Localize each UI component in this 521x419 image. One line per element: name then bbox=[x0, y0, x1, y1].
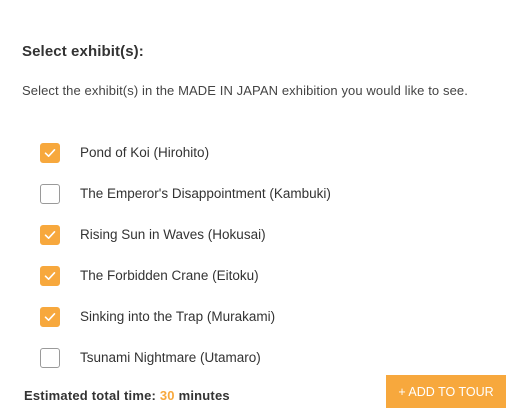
exhibit-option[interactable]: Pond of Koi (Hirohito) bbox=[40, 132, 331, 173]
exhibit-label: Rising Sun in Waves (Hokusai) bbox=[80, 227, 266, 242]
estimated-time-unit: minutes bbox=[178, 388, 230, 403]
exhibit-checkbox[interactable] bbox=[40, 224, 60, 245]
checkmark-icon bbox=[44, 312, 56, 321]
exhibit-label: The Forbidden Crane (Eitoku) bbox=[80, 268, 259, 283]
estimated-time-label: Estimated total time: bbox=[24, 388, 157, 403]
exhibit-label: Sinking into the Trap (Murakami) bbox=[80, 309, 276, 324]
exhibit-label: The Emperor's Disappointment (Kambuki) bbox=[80, 186, 331, 201]
checkmark-icon bbox=[44, 271, 56, 280]
exhibit-checkbox[interactable] bbox=[40, 306, 60, 327]
add-to-tour-button[interactable]: + ADD TO TOUR bbox=[386, 375, 506, 408]
exhibit-checkbox[interactable] bbox=[40, 183, 60, 204]
exhibit-list: Pond of Koi (Hirohito) The Emperor's Dis… bbox=[40, 132, 331, 378]
checkmark-icon bbox=[44, 230, 56, 239]
exhibit-option[interactable]: Tsunami Nightmare (Utamaro) bbox=[40, 337, 331, 378]
estimated-time: Estimated total time: 30 minutes bbox=[24, 388, 230, 403]
estimated-time-value: 30 bbox=[159, 388, 175, 403]
instructions-text: Select the exhibit(s) in the MADE IN JAP… bbox=[22, 83, 468, 98]
page-title: Select exhibit(s): bbox=[22, 43, 144, 60]
exhibit-option[interactable]: The Forbidden Crane (Eitoku) bbox=[40, 255, 331, 296]
exhibit-option[interactable]: Rising Sun in Waves (Hokusai) bbox=[40, 214, 331, 255]
exhibit-option[interactable]: Sinking into the Trap (Murakami) bbox=[40, 296, 331, 337]
exhibit-label: Tsunami Nightmare (Utamaro) bbox=[80, 350, 261, 365]
exhibit-label: Pond of Koi (Hirohito) bbox=[80, 145, 210, 160]
exhibit-checkbox[interactable] bbox=[40, 347, 60, 368]
exhibit-selection-panel: Select exhibit(s): Select the exhibit(s)… bbox=[0, 0, 521, 419]
exhibit-checkbox[interactable] bbox=[40, 265, 60, 286]
exhibit-checkbox[interactable] bbox=[40, 142, 60, 163]
checkmark-icon bbox=[44, 148, 56, 157]
exhibit-option[interactable]: The Emperor's Disappointment (Kambuki) bbox=[40, 173, 331, 214]
